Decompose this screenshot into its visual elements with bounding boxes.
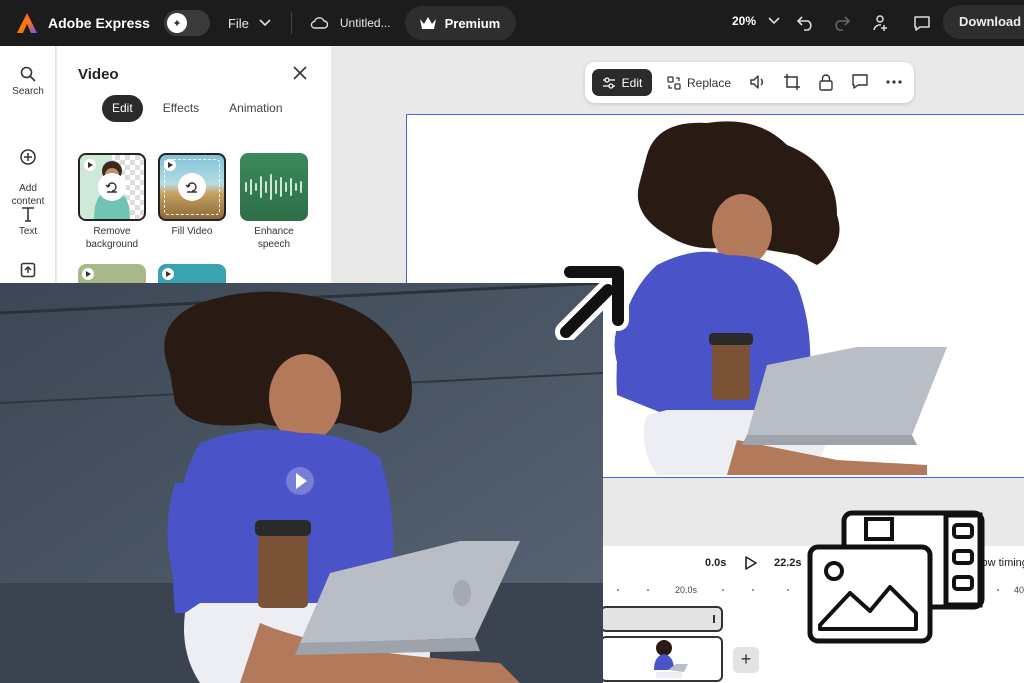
rail-label: Text (18, 226, 38, 237)
rail-item-text[interactable]: Text (0, 206, 56, 237)
redo-icon[interactable] (830, 12, 852, 34)
undo-icon[interactable] (795, 12, 817, 34)
more-icon[interactable] (885, 73, 903, 91)
rail-item-upload[interactable] (0, 262, 56, 282)
download-button[interactable]: Download (943, 5, 1024, 39)
video-badge-icon (84, 159, 96, 171)
premium-button[interactable]: Premium (404, 6, 517, 40)
trim-handle[interactable] (713, 615, 715, 623)
cloud-icon[interactable] (310, 16, 328, 30)
total-duration: 22.2s (774, 557, 802, 569)
search-icon (20, 66, 36, 82)
volume-icon[interactable] (749, 73, 767, 91)
chevron-down-icon (768, 17, 780, 25)
tile-label: Remove background (85, 226, 139, 250)
video-badge-icon (162, 268, 174, 280)
tab-effects[interactable]: Effects (153, 95, 209, 122)
crown-icon (419, 17, 436, 29)
text-icon (22, 207, 34, 222)
replace-label: Replace (687, 75, 732, 90)
brand-name: Adobe Express (48, 15, 150, 31)
comment-icon[interactable] (851, 73, 869, 91)
plus-circle-icon (20, 149, 36, 165)
magic-toggle[interactable]: ✦ (163, 10, 210, 36)
file-menu[interactable]: File (228, 16, 271, 31)
tile-remove-background[interactable] (78, 153, 146, 221)
tile-label: Fill Video (171, 226, 213, 237)
tile-teal[interactable] (158, 264, 226, 284)
share-icon[interactable] (869, 12, 891, 34)
video-track-clip[interactable] (600, 636, 723, 682)
panel-tabs: Edit Effects Animation (102, 95, 293, 122)
tile-bird[interactable] (78, 264, 146, 284)
crop-icon[interactable] (783, 73, 801, 91)
play-icon[interactable] (743, 556, 757, 570)
undo-icon (98, 173, 126, 201)
replace-icon (667, 75, 681, 90)
waveform-icon (245, 174, 302, 200)
woman-laptop-photo (0, 283, 603, 683)
media-gallery-icon (807, 510, 985, 644)
rail-label: Add content (11, 183, 45, 207)
clip-thumbnail (654, 640, 688, 678)
rail-label: Search (12, 86, 44, 97)
tile-fill-video[interactable] (158, 153, 226, 221)
current-time: 0.0s (705, 557, 727, 569)
document-title[interactable]: Untitled... (340, 16, 391, 30)
zoom-control[interactable]: 20% (732, 14, 780, 28)
file-menu-label: File (227, 15, 249, 31)
undo-icon (178, 173, 206, 201)
arrow-up-right-icon (555, 261, 629, 340)
floating-toolbar: Edit Replace (585, 62, 914, 103)
divider (290, 12, 292, 34)
lock-icon[interactable] (817, 73, 835, 91)
tile-enhance-speech[interactable] (240, 153, 308, 221)
wand-icon: ✦ (166, 13, 187, 33)
sliders-icon (602, 76, 615, 89)
add-clip-button[interactable]: + (733, 647, 759, 673)
tile-label: Enhance speech (254, 226, 294, 250)
close-icon[interactable] (293, 66, 307, 80)
premium-label: Premium (444, 15, 501, 31)
rail-item-search[interactable]: Search (0, 66, 56, 97)
adobe-express-logo[interactable] (16, 12, 38, 34)
source-photo (0, 283, 603, 683)
upload-icon (20, 262, 36, 278)
replace-button[interactable]: Replace (667, 69, 731, 96)
video-badge-icon (82, 268, 94, 280)
video-badge-icon (164, 159, 176, 171)
edit-label: Edit (621, 75, 643, 90)
audio-track-clip[interactable] (600, 606, 723, 632)
edit-button[interactable]: Edit (592, 69, 652, 96)
panel-title: Video (78, 66, 119, 83)
rail-item-add-content[interactable]: Add content (0, 136, 56, 208)
comment-icon[interactable] (911, 12, 933, 34)
tab-animation[interactable]: Animation (219, 95, 292, 122)
chevron-down-icon (259, 19, 271, 27)
tab-edit[interactable]: Edit (102, 95, 143, 122)
zoom-value: 20% (732, 14, 757, 28)
